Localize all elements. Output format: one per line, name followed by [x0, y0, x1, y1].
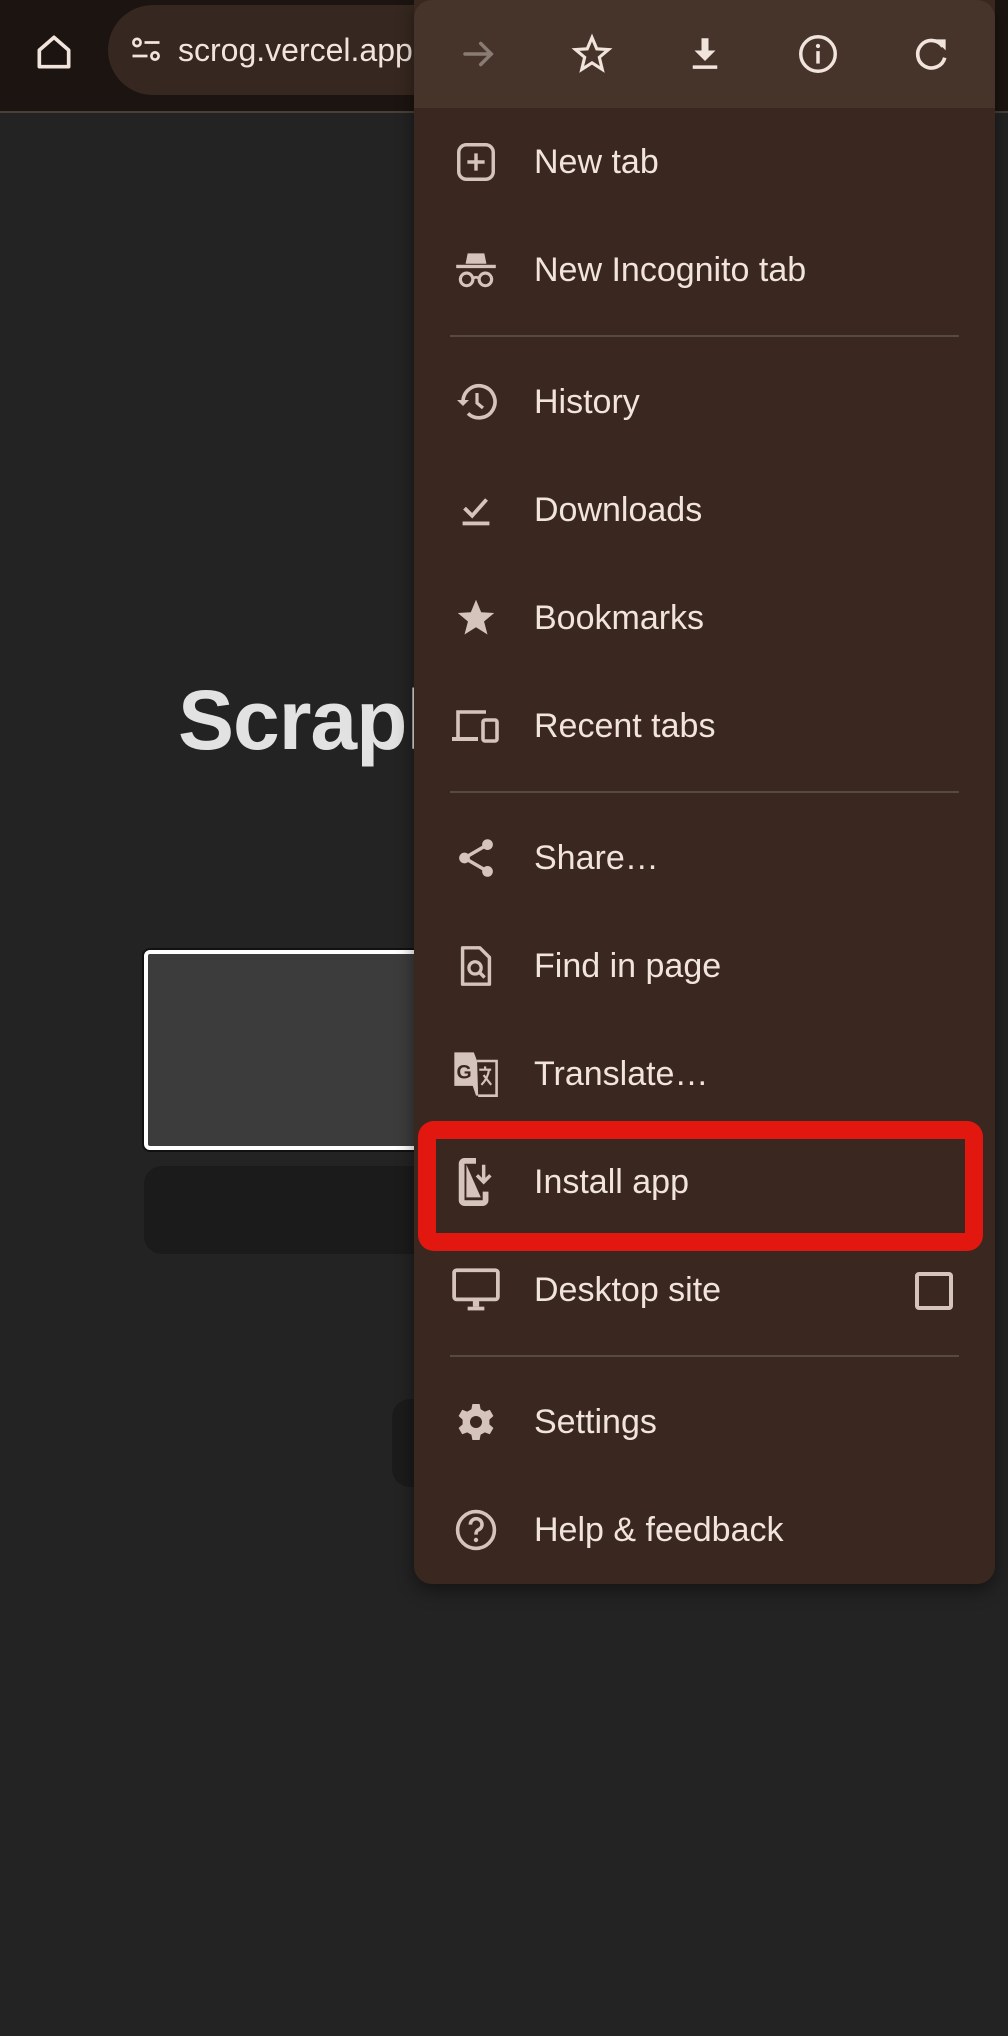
desktop-icon [452, 1268, 500, 1311]
desktop-site-checkbox[interactable] [915, 1272, 953, 1310]
refresh-icon [915, 38, 947, 70]
url-text[interactable]: scrog.vercel.app [178, 32, 413, 69]
info-icon [798, 35, 837, 73]
menu-item-label: History [534, 382, 640, 421]
menu-item-downloads[interactable]: Downloads [414, 456, 995, 564]
star-filled-icon [457, 599, 495, 635]
gear-icon [458, 1404, 494, 1440]
reload-button[interactable] [899, 22, 963, 86]
menu-divider [414, 780, 995, 804]
menu-item-desktop-site[interactable]: Desktop site [414, 1236, 995, 1344]
menu-item-translate[interactable]: G Translate… [414, 1020, 995, 1128]
download-page-button[interactable] [673, 22, 737, 86]
menu-item-find-in-page[interactable]: Find in page [414, 912, 995, 1020]
menu-item-label: Settings [534, 1402, 657, 1441]
new-tab-icon [457, 143, 495, 181]
menu-item-history[interactable]: History [414, 348, 995, 456]
menu-item-label: Translate… [534, 1054, 709, 1093]
translate-icon: G [454, 1052, 498, 1097]
menu-action-bar [414, 0, 995, 108]
overflow-menu: New tab New Incognito tab History Downlo… [414, 0, 995, 1584]
menu-item-label: Find in page [534, 946, 722, 985]
menu-item-label: Recent tabs [534, 706, 716, 745]
menu-item-label: Help & feedback [534, 1510, 784, 1549]
menu-item-label: New Incognito tab [534, 250, 807, 289]
downloads-done-icon [462, 498, 490, 526]
menu-item-label: Share… [534, 838, 659, 877]
menu-item-label: Downloads [534, 490, 703, 529]
menu-item-new-tab[interactable]: New tab [414, 108, 995, 216]
help-icon [455, 1509, 497, 1551]
screen: scrog.vercel.app Scrapl New tab New Inco… [0, 0, 1008, 2036]
menu-divider [414, 324, 995, 348]
forward-button[interactable] [447, 22, 511, 86]
menu-item-settings[interactable]: Settings [414, 1368, 995, 1476]
menu-item-label: Desktop site [534, 1270, 722, 1309]
svg-text:G: G [457, 1061, 472, 1083]
share-icon [459, 839, 493, 877]
history-icon [457, 383, 497, 420]
download-icon [692, 38, 717, 69]
page-info-button[interactable] [786, 22, 850, 86]
star-outline-icon [571, 33, 612, 73]
arrow-forward-icon [462, 41, 494, 67]
menu-item-install-app[interactable]: Install app [414, 1128, 995, 1236]
install-mobile-icon [458, 1158, 492, 1206]
menu-item-label: Install app [534, 1162, 689, 1201]
site-settings-button[interactable] [126, 30, 166, 70]
bookmark-button[interactable] [560, 22, 624, 86]
incognito-icon [456, 253, 496, 288]
page-title: Scrapl [178, 673, 430, 767]
menu-item-bookmarks[interactable]: Bookmarks [414, 564, 995, 672]
home-icon [37, 35, 71, 69]
tune-icon [132, 37, 160, 61]
menu-divider [414, 1344, 995, 1368]
menu-item-share[interactable]: Share… [414, 804, 995, 912]
find-in-page-icon [460, 946, 492, 986]
home-button[interactable] [24, 22, 84, 82]
devices-icon [452, 710, 499, 743]
menu-list: New tab New Incognito tab History Downlo… [414, 108, 995, 1584]
menu-item-label: Bookmarks [534, 598, 705, 637]
menu-item-label: New tab [534, 142, 659, 181]
menu-item-recent-tabs[interactable]: Recent tabs [414, 672, 995, 780]
menu-item-new-incognito-tab[interactable]: New Incognito tab [414, 216, 995, 324]
menu-item-help-feedback[interactable]: Help & feedback [414, 1476, 995, 1584]
